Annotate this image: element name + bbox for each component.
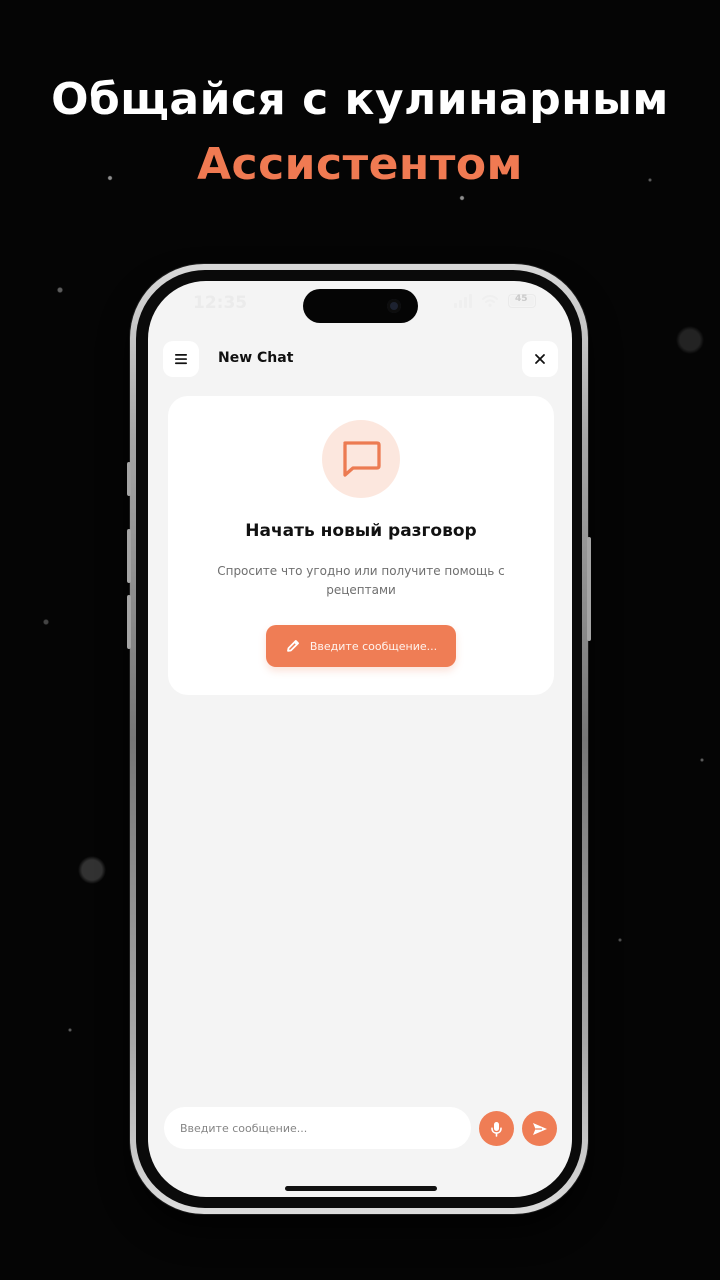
close-icon (535, 354, 545, 364)
dynamic-island (303, 289, 418, 323)
message-input[interactable] (164, 1107, 471, 1149)
chat-bubble-icon (343, 441, 381, 477)
promo-headline: Общайся с кулинарным Ассистентом (0, 74, 720, 190)
cellular-signal-icon (454, 294, 472, 308)
phone-screen: 12:35 45 New Chat Начать новый разговор … (148, 281, 572, 1197)
front-camera-icon (387, 299, 401, 313)
menu-button[interactable] (163, 341, 199, 377)
microphone-icon (491, 1121, 502, 1137)
battery-icon: 45 (508, 294, 536, 308)
chat-icon-badge (322, 420, 400, 498)
phone-side-button (127, 462, 131, 496)
send-icon (532, 1122, 547, 1135)
phone-power-button (587, 537, 591, 641)
empty-state-subtitle: Спросите что угодно или получите помощь … (217, 564, 505, 597)
wifi-icon (481, 294, 499, 307)
voice-input-button[interactable] (479, 1111, 514, 1146)
message-composer (164, 1107, 557, 1149)
new-chat-empty-state-card: Начать новый разговор Спросите что угодн… (168, 396, 554, 695)
empty-state-title: Начать новый разговор (245, 521, 477, 541)
home-indicator[interactable] (285, 1186, 437, 1191)
start-message-button-label: Введите сообщение... (309, 639, 438, 653)
phone-volume-down-button (127, 595, 131, 649)
chat-title: New Chat (218, 350, 294, 366)
phone-volume-up-button (127, 529, 131, 583)
start-message-button[interactable]: Введите сообщение... (266, 625, 456, 667)
battery-level: 45 (515, 294, 528, 304)
status-icons: 45 (454, 294, 536, 308)
close-button[interactable] (522, 341, 558, 377)
phone-frame: 12:35 45 New Chat Начать новый разговор … (127, 264, 591, 1214)
send-button[interactable] (522, 1111, 557, 1146)
promo-headline-line1: Общайся с кулинарным (51, 74, 669, 125)
promo-headline-line2: Ассистентом (196, 139, 524, 191)
chat-header: New Chat (163, 341, 558, 377)
app-store-promo-screen: Общайся с кулинарным Ассистентом 12:35 4… (0, 0, 720, 1280)
status-time: 12:35 (193, 293, 248, 313)
pencil-icon (286, 640, 299, 652)
menu-icon (175, 354, 187, 365)
